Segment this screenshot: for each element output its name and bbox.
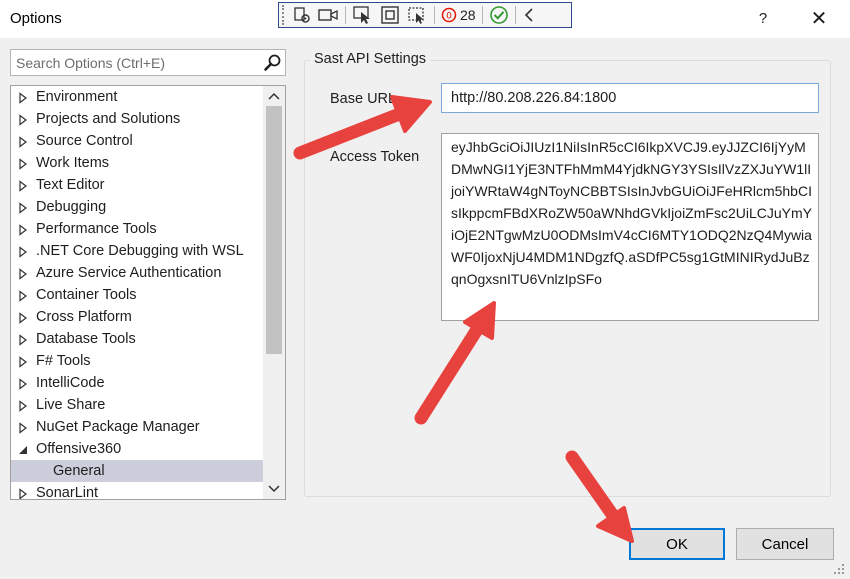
display-layout-adorner-icon[interactable]	[377, 3, 403, 27]
debug-toolbar: 0 28	[278, 2, 572, 28]
collapsed-triangle-icon[interactable]	[17, 421, 29, 434]
base-url-label: Base URL	[330, 91, 397, 107]
tree-item-live-share[interactable]: Live Share	[11, 394, 263, 416]
tree-item-label: Live Share	[36, 397, 106, 413]
collapsed-triangle-icon[interactable]	[17, 487, 29, 499]
collapsed-triangle-icon[interactable]	[17, 223, 29, 236]
tree-item-label: F# Tools	[36, 353, 91, 369]
tree-item-net-core-debugging-with-wsl[interactable]: .NET Core Debugging with WSL	[11, 240, 263, 262]
tree-item-label: IntelliCode	[36, 375, 105, 391]
access-token-input[interactable]: eyJhbGciOiJIUzI1NiIsInR5cCI6IkpXVCJ9.eyJ…	[441, 133, 819, 321]
tree-item-label: Environment	[36, 89, 118, 105]
tree-item-label: Source Control	[36, 133, 133, 149]
collapsed-triangle-icon[interactable]	[17, 157, 29, 170]
collapsed-triangle-icon[interactable]	[17, 289, 29, 302]
tree-item-label: Azure Service Authentication	[36, 265, 222, 281]
access-token-label: Access Token	[330, 149, 420, 165]
close-button[interactable]: ✕	[804, 5, 834, 33]
ok-button[interactable]: OK	[629, 528, 725, 560]
svg-text:0: 0	[446, 12, 452, 22]
collapsed-triangle-icon[interactable]	[17, 267, 29, 280]
cancel-button[interactable]: Cancel	[736, 528, 834, 560]
tree-item-f-tools[interactable]: F# Tools	[11, 350, 263, 372]
tree-item-label: Performance Tools	[36, 221, 157, 237]
tree-item-label: NuGet Package Manager	[36, 419, 200, 435]
collapse-chevron-left-icon[interactable]	[519, 3, 539, 27]
toolbar-separator	[434, 6, 435, 24]
collapsed-triangle-icon[interactable]	[17, 355, 29, 368]
collapsed-triangle-icon[interactable]	[17, 399, 29, 412]
base-url-input[interactable]	[441, 83, 819, 113]
search-input[interactable]	[11, 50, 259, 75]
tree-item-cross-platform[interactable]: Cross Platform	[11, 306, 263, 328]
toolbar-separator	[514, 6, 516, 24]
collapsed-triangle-icon[interactable]	[17, 377, 29, 390]
tree-item-label: Database Tools	[36, 331, 136, 347]
tree-item-label: Projects and Solutions	[36, 111, 181, 127]
tree-item-performance-tools[interactable]: Performance Tools	[11, 218, 263, 240]
tree-item-label: .NET Core Debugging with WSL	[36, 243, 244, 259]
tree-item-text-editor[interactable]: Text Editor	[11, 174, 263, 196]
tree-item-label: Offensive360	[36, 441, 122, 457]
search-box	[10, 49, 286, 76]
tree-item-nuget-package-manager[interactable]: NuGet Package Manager	[11, 416, 263, 438]
toolbar-separator	[345, 6, 346, 24]
tree-item-projects-and-solutions[interactable]: Projects and Solutions	[11, 108, 263, 130]
tree-item-debugging[interactable]: Debugging	[11, 196, 263, 218]
tree-scrollbar[interactable]	[263, 86, 285, 499]
tree-item-environment[interactable]: Environment	[11, 86, 263, 108]
check-circle-icon[interactable]	[486, 3, 512, 27]
tree-item-work-items[interactable]: Work Items	[11, 152, 263, 174]
group-label: Sast API Settings	[310, 51, 431, 67]
scroll-up-arrow-icon[interactable]	[263, 86, 285, 106]
help-button[interactable]: ?	[750, 6, 776, 32]
scroll-down-arrow-icon[interactable]	[263, 479, 285, 499]
tree-item-sonarlint[interactable]: SonarLint	[11, 482, 263, 500]
tree-item-database-tools[interactable]: Database Tools	[11, 328, 263, 350]
collapsed-triangle-icon[interactable]	[17, 201, 29, 214]
toolbar-separator	[481, 6, 483, 24]
tree-item-intellicode[interactable]: IntelliCode	[11, 372, 263, 394]
settings-gear-icon[interactable]	[290, 3, 314, 27]
collapsed-triangle-icon[interactable]	[17, 245, 29, 258]
expanded-triangle-icon[interactable]	[17, 443, 29, 455]
error-icon: 0	[441, 7, 457, 23]
title-bar: Options 0 28 ? ✕	[0, 0, 850, 38]
scroll-thumb[interactable]	[266, 106, 282, 354]
toolbar-grip[interactable]	[282, 5, 290, 25]
error-count: 28	[460, 7, 476, 23]
tree-item-label: Cross Platform	[36, 309, 132, 325]
options-dialog: Options 0 28 ? ✕ Search Options (Ctrl+E)…	[0, 0, 850, 579]
tree-item-label: Container Tools	[36, 287, 137, 303]
binding-failures-indicator[interactable]: 0 28	[438, 7, 479, 23]
tree-item-label: Debugging	[36, 199, 107, 215]
collapsed-triangle-icon[interactable]	[17, 113, 29, 126]
video-camera-icon[interactable]	[314, 3, 342, 27]
tree-item-offensive360[interactable]: Offensive360	[11, 438, 263, 460]
search-icon[interactable]	[263, 53, 283, 73]
tree-item-container-tools[interactable]: Container Tools	[11, 284, 263, 306]
window-title: Options	[10, 10, 62, 27]
resize-grip-icon[interactable]	[830, 562, 846, 576]
tree-item-label: Text Editor	[36, 177, 105, 193]
select-element-icon[interactable]	[349, 3, 377, 27]
tree-item-azure-service-authentication[interactable]: Azure Service Authentication	[11, 262, 263, 284]
tree-item-source-control[interactable]: Source Control	[11, 130, 263, 152]
collapsed-triangle-icon[interactable]	[17, 91, 29, 104]
tree-item-general[interactable]: General	[11, 460, 263, 482]
collapsed-triangle-icon[interactable]	[17, 135, 29, 148]
collapsed-triangle-icon[interactable]	[17, 311, 29, 324]
collapsed-triangle-icon[interactable]	[17, 333, 29, 346]
track-focused-element-icon[interactable]	[403, 3, 431, 27]
options-tree: Environment Projects and Solutions Source …	[10, 85, 286, 500]
tree-item-label: SonarLint	[36, 485, 99, 500]
tree-item-label: General	[53, 463, 105, 479]
tree-item-label: Work Items	[36, 155, 110, 171]
collapsed-triangle-icon[interactable]	[17, 179, 29, 192]
